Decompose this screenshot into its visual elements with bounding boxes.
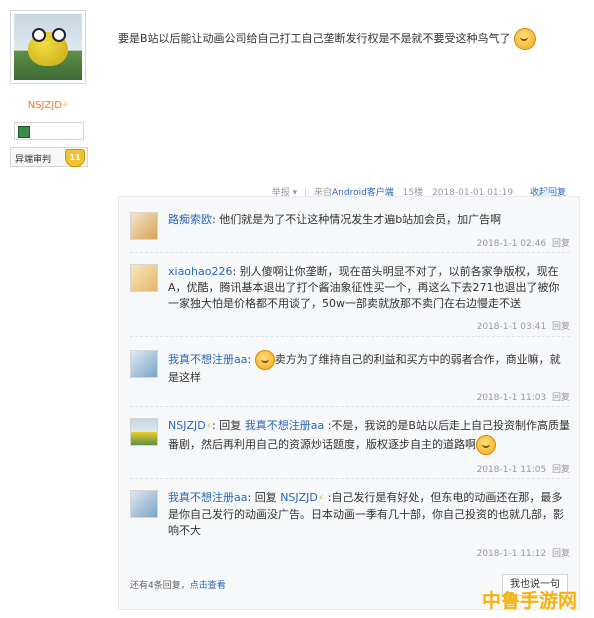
reply-button[interactable]: 回复 [552,322,570,332]
reply-text: NSJZJD⚡: 回复 我真不想注册aa :不是，我说的是B站以后走上自己投资制… [168,418,570,455]
avatar[interactable] [10,10,86,84]
reply-button[interactable]: 回复 [552,393,570,403]
lightning-icon: ⚡ [61,101,69,111]
reply-username[interactable]: 我真不想注册aa [168,353,247,366]
reply-prefix: 回复 [219,419,242,432]
reply-item: NSJZJD⚡: 回复 我真不想注册aa :不是，我说的是B站以后走上自己投资制… [130,418,570,480]
rank-label: 异端审判 [15,155,52,165]
reply-button[interactable]: 回复 [552,465,570,475]
reply-username[interactable]: 路痴索欧 [168,213,212,226]
watermark-logo: 中鲁手游网 [482,590,578,612]
reply-time: 2018-1-1 11:05 回复 [476,465,570,475]
more-replies: 还有4条回复，点击查看 [130,578,226,591]
reply-item: 我真不想注册aa: 卖方为了维持自己的利益和买方中的弱者合作，商业嘛，就是这样 … [130,350,570,410]
rank-badge[interactable]: 异端审判 11 [10,147,88,167]
more-replies-text: 还有4条回复， [130,581,190,591]
reply-username[interactable]: 我真不想注册aa [168,491,247,504]
reply-username[interactable]: NSJZJD [168,419,206,432]
reply-time: 2018-1-1 02:46 回复 [476,239,570,249]
avatar-image [14,14,82,80]
reply-button[interactable]: 回复 [552,549,570,559]
member-badge[interactable] [14,122,84,140]
reply-avatar[interactable] [130,212,158,240]
reply-time: 2018-1-1 11:12 回复 [476,549,570,559]
username-text: NSJZJD [27,100,62,111]
reply-text: xiaohao226: 别人傻啊让你垄断，现在苗头明显不对了，以前各家争版权，现… [168,265,560,310]
reply-target-user[interactable]: NSJZJD [280,491,318,504]
reply-avatar[interactable] [130,490,158,518]
reply-button[interactable]: 回复 [552,239,570,249]
post-content: 要是B站以后能让动画公司给自己打工自己垄断发行权是不是就不要受这种鸟气了 [118,28,537,50]
reply-prefix: 回复 [254,491,277,504]
reply-target-user[interactable]: 我真不想注册aa [245,419,324,432]
reply-time: 2018-1-1 03:41 回复 [476,322,570,332]
post-text: 要是B站以后能让动画公司给自己打工自己垄断发行权是不是就不要受这种鸟气了 [118,32,511,45]
user-sidebar: NSJZJD⚡ 异端审判 11 [0,0,104,618]
smiley-emoji-icon [476,435,496,455]
smug-emoji-icon [254,350,275,370]
reply-avatar[interactable] [130,418,158,446]
rank-shield-icon: 11 [65,149,85,167]
reply-item: 我真不想注册aa: 回复 NSJZJD⚡ :自己发行是有好处，但东电的动画还在那… [130,490,570,562]
reply-message: 他们就是为了不让这种情况发生才遍b站加会员，加广告啊 [219,213,502,226]
reply-avatar[interactable] [130,264,158,292]
badge-icon [18,126,30,138]
reply-item: xiaohao226: 别人傻啊让你垄断，现在苗头明显不对了，以前各家争版权，现… [130,264,570,344]
reply-time: 2018-1-1 11:03 回复 [476,393,570,403]
smiley-emoji-icon [514,28,537,50]
reply-avatar[interactable] [130,350,158,378]
username-link[interactable]: NSJZJD⚡ [0,100,96,111]
reply-username[interactable]: xiaohao226 [168,265,232,278]
reply-item: 路痴索欧: 他们就是为了不让这种情况发生才遍b站加会员，加广告啊 2018-1-… [130,212,570,258]
reply-text: 我真不想注册aa: 卖方为了维持自己的利益和买方中的弱者合作，商业嘛，就是这样 [168,350,570,386]
view-more-link[interactable]: 点击查看 [190,581,226,591]
lightning-icon: ⚡ [205,422,213,432]
reply-text: 我真不想注册aa: 回复 NSJZJD⚡ :自己发行是有好处，但东电的动画还在那… [168,491,564,537]
lightning-icon: ⚡ [317,494,325,504]
reply-text: 路痴索欧: 他们就是为了不让这种情况发生才遍b站加会员，加广告啊 [168,213,502,226]
